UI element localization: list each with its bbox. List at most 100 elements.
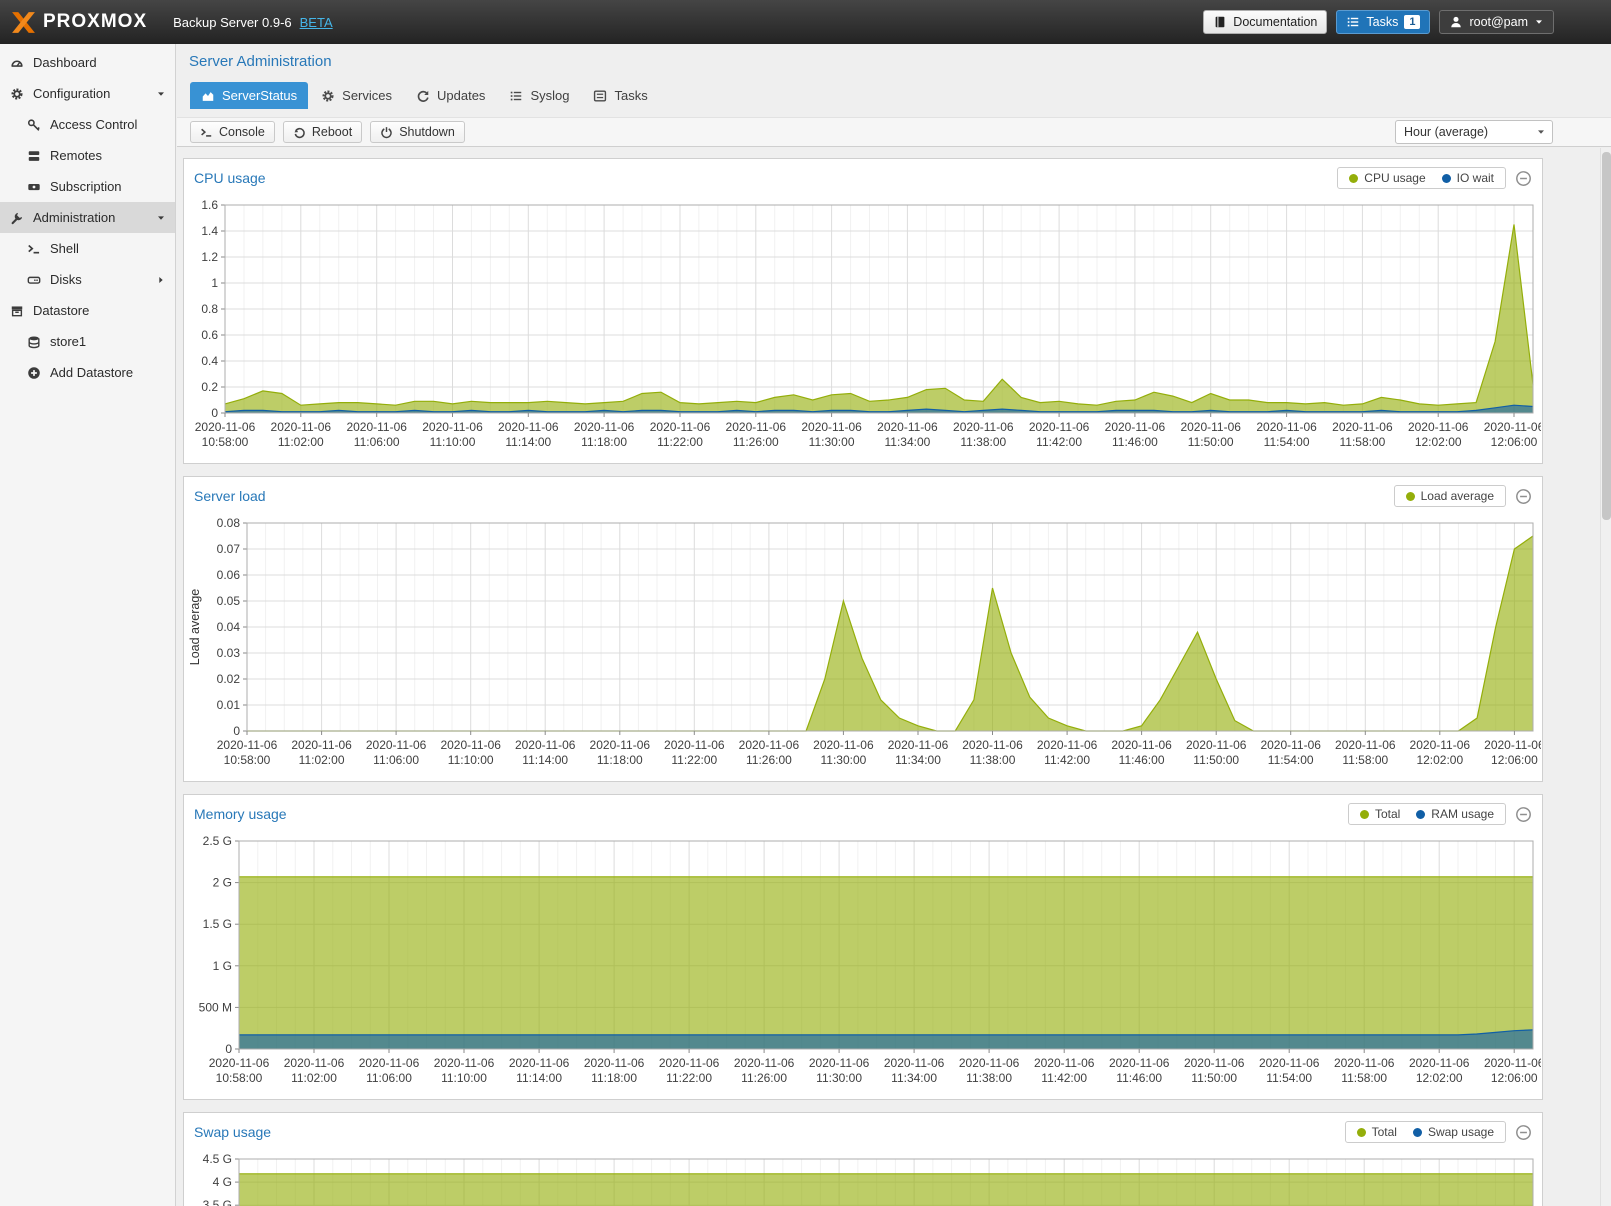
tab-tasks[interactable]: Tasks — [582, 82, 658, 109]
svg-text:11:26:00: 11:26:00 — [741, 1071, 787, 1085]
svg-text:2020-11-06: 2020-11-06 — [515, 738, 576, 752]
svg-text:11:50:00: 11:50:00 — [1188, 435, 1234, 449]
time-range-select[interactable]: Hour (average) — [1395, 120, 1553, 144]
legend-item-total[interactable]: Total — [1357, 1125, 1397, 1139]
archive-icon — [10, 304, 24, 318]
book-icon — [1213, 15, 1227, 29]
tab-updates[interactable]: Updates — [405, 82, 496, 109]
svg-text:11:38:00: 11:38:00 — [970, 753, 1016, 767]
svg-text:11:34:00: 11:34:00 — [884, 435, 930, 449]
svg-text:2020-11-06: 2020-11-06 — [1484, 420, 1541, 434]
page-title: Server Administration — [189, 53, 1611, 70]
user-menu-button[interactable]: root@pam — [1439, 10, 1554, 34]
gauge-icon — [10, 56, 24, 70]
undo-icon — [293, 126, 306, 139]
svg-text:11:10:00: 11:10:00 — [448, 753, 494, 767]
sidebar-item-configuration[interactable]: Configuration — [0, 78, 175, 109]
collapse-panel-icon[interactable] — [1515, 1124, 1532, 1141]
svg-text:11:14:00: 11:14:00 — [516, 1071, 562, 1085]
sidebar-item-store1[interactable]: store1 — [0, 326, 175, 357]
app-header: PROXMOX Backup Server 0.9-6 BETA Documen… — [0, 0, 1611, 44]
chart-legend: Load average — [1394, 485, 1506, 507]
legend-item-load-average[interactable]: Load average — [1406, 489, 1494, 503]
sidebar-item-disks[interactable]: Disks — [0, 264, 175, 295]
sidebar-item-subscription[interactable]: Subscription — [0, 171, 175, 202]
time-range-value: Hour (average) — [1404, 125, 1488, 139]
sidebar-item-label: Configuration — [33, 86, 110, 101]
scrollbar-thumb[interactable] — [1602, 152, 1611, 520]
collapse-panel-icon[interactable] — [1515, 170, 1532, 187]
sidebar-item-add-datastore[interactable]: Add Datastore — [0, 357, 175, 388]
sidebar-item-dashboard[interactable]: Dashboard — [0, 47, 175, 78]
svg-text:11:26:00: 11:26:00 — [746, 753, 792, 767]
tab-services[interactable]: Services — [310, 82, 403, 109]
tab-syslog[interactable]: Syslog — [498, 82, 580, 109]
svg-text:0.05: 0.05 — [217, 594, 241, 608]
legend-item-ram-usage[interactable]: RAM usage — [1416, 807, 1494, 821]
svg-text:11:58:00: 11:58:00 — [1339, 435, 1385, 449]
svg-text:11:26:00: 11:26:00 — [733, 435, 779, 449]
svg-text:Load average: Load average — [188, 589, 202, 666]
svg-text:0.07: 0.07 — [217, 542, 241, 556]
collapse-panel-icon[interactable] — [1515, 806, 1532, 823]
chart-legend: CPU usage IO wait — [1337, 167, 1506, 189]
svg-text:2020-11-06: 2020-11-06 — [1332, 420, 1393, 434]
sidebar-item-administration[interactable]: Administration — [0, 202, 175, 233]
product-version: Backup Server 0.9-6 — [173, 15, 292, 30]
svg-text:11:06:00: 11:06:00 — [373, 753, 419, 767]
sidebar-item-shell[interactable]: Shell — [0, 233, 175, 264]
sidebar-item-label: Add Datastore — [50, 365, 133, 380]
power-icon — [380, 126, 393, 139]
svg-text:3.5 G: 3.5 G — [203, 1198, 232, 1206]
svg-text:2020-11-06: 2020-11-06 — [346, 420, 407, 434]
beta-link[interactable]: BETA — [300, 15, 333, 30]
legend-item-swap-usage[interactable]: Swap usage — [1413, 1125, 1494, 1139]
svg-text:0: 0 — [211, 406, 218, 420]
sidebar-item-remotes[interactable]: Remotes — [0, 140, 175, 171]
svg-text:2020-11-06: 2020-11-06 — [271, 420, 332, 434]
svg-text:11:46:00: 11:46:00 — [1119, 753, 1165, 767]
sidebar-item-access-control[interactable]: Access Control — [0, 109, 175, 140]
documentation-button[interactable]: Documentation — [1203, 10, 1327, 34]
svg-text:11:46:00: 11:46:00 — [1116, 1071, 1162, 1085]
scrollbar[interactable] — [1600, 148, 1611, 1206]
cpu-usage-panel: CPU usage CPU usage IO wait 00.20.40.60.… — [183, 158, 1543, 464]
svg-text:1.5 G: 1.5 G — [203, 917, 232, 931]
console-button[interactable]: Console — [190, 121, 275, 143]
svg-text:2020-11-06: 2020-11-06 — [1409, 1056, 1470, 1070]
svg-text:10:58:00: 10:58:00 — [202, 435, 249, 449]
svg-text:2020-11-06: 2020-11-06 — [877, 420, 938, 434]
tasks-button[interactable]: Tasks 1 — [1336, 10, 1430, 34]
svg-text:1 G: 1 G — [213, 959, 232, 973]
sidebar-item-label: Disks — [50, 272, 82, 287]
svg-text:2020-11-06: 2020-11-06 — [498, 420, 559, 434]
gears-icon — [321, 89, 335, 103]
tab-bar: ServerStatus Services Updates Syslog Tas… — [190, 82, 1611, 109]
expand-caret-icon[interactable] — [156, 89, 166, 99]
legend-item-cpu-usage[interactable]: CPU usage — [1349, 171, 1425, 185]
sidebar-item-datastore[interactable]: Datastore — [0, 295, 175, 326]
svg-text:2020-11-06: 2020-11-06 — [366, 738, 427, 752]
svg-text:2020-11-06: 2020-11-06 — [1259, 1056, 1320, 1070]
svg-text:11:42:00: 11:42:00 — [1036, 435, 1082, 449]
svg-text:2020-11-06: 2020-11-06 — [217, 738, 278, 752]
svg-text:2020-11-06: 2020-11-06 — [734, 1056, 795, 1070]
svg-text:11:30:00: 11:30:00 — [820, 753, 866, 767]
svg-text:2020-11-06: 2020-11-06 — [1484, 1056, 1541, 1070]
reboot-button[interactable]: Reboot — [283, 121, 362, 143]
documentation-label: Documentation — [1233, 15, 1317, 29]
shutdown-button[interactable]: Shutdown — [370, 121, 465, 143]
legend-item-io-wait[interactable]: IO wait — [1442, 171, 1494, 185]
svg-text:2020-11-06: 2020-11-06 — [1256, 420, 1317, 434]
svg-text:2020-11-06: 2020-11-06 — [590, 738, 651, 752]
svg-text:10:58:00: 10:58:00 — [216, 1071, 263, 1085]
tab-serverstatus[interactable]: ServerStatus — [190, 82, 308, 109]
svg-text:2020-11-06: 2020-11-06 — [422, 420, 483, 434]
legend-label: Swap usage — [1428, 1125, 1494, 1139]
svg-text:11:42:00: 11:42:00 — [1044, 753, 1090, 767]
expand-caret-icon[interactable] — [156, 275, 166, 285]
legend-item-total[interactable]: Total — [1360, 807, 1400, 821]
collapse-panel-icon[interactable] — [1515, 488, 1532, 505]
svg-text:11:54:00: 11:54:00 — [1268, 753, 1314, 767]
expand-caret-icon[interactable] — [156, 213, 166, 223]
